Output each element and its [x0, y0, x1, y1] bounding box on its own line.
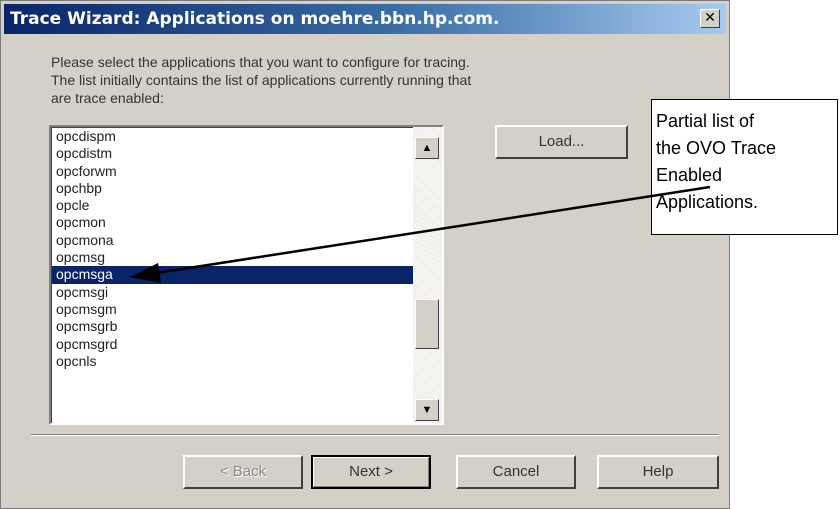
help-button[interactable]: Help — [597, 455, 719, 489]
scroll-up-icon[interactable]: ▲ — [415, 137, 439, 159]
application-list-items: opcdispm opcdistm opcforwm opchbp opcle opcmo… — [51, 127, 416, 423]
list-scrollbar[interactable]: ▲ ▼ — [413, 127, 442, 423]
list-item[interactable]: opcmon — [52, 214, 416, 231]
annotation-callout: Partial list of the OVO Trace Enabled Ap… — [651, 99, 838, 235]
title-bar[interactable]: Trace Wizard: Applications on moehre.bbn… — [4, 4, 726, 34]
list-item[interactable]: opcmsgi — [52, 284, 416, 301]
separator — [31, 434, 719, 436]
list-item-selected[interactable]: opcmsga — [52, 266, 416, 284]
list-item[interactable]: opcmsg — [52, 249, 416, 266]
window-title: Trace Wizard: Applications on moehre.bbn… — [10, 9, 500, 29]
list-item[interactable]: opcmsgrd — [52, 336, 416, 353]
instructions-text: Please select the applications that you … — [51, 54, 472, 106]
application-list[interactable]: opcdispm opcdistm opcforwm opchbp opcle opcmo… — [49, 125, 444, 425]
load-button[interactable]: Load... — [495, 125, 628, 159]
next-button[interactable]: Next > — [311, 455, 431, 489]
list-item[interactable]: opcforwm — [52, 163, 416, 180]
scroll-down-icon[interactable]: ▼ — [415, 399, 439, 421]
list-item[interactable]: opcdistm — [52, 145, 416, 162]
list-item[interactable]: opcle — [52, 197, 416, 214]
list-item[interactable]: opcdispm — [52, 128, 416, 145]
cancel-button[interactable]: Cancel — [456, 455, 576, 489]
list-item[interactable]: opcmona — [52, 232, 416, 249]
list-item[interactable]: opcmsgrb — [52, 318, 416, 335]
back-button[interactable]: < Back — [183, 455, 303, 489]
list-item[interactable]: opcmsgm — [52, 301, 416, 318]
scroll-thumb[interactable] — [415, 299, 439, 349]
list-item[interactable]: opcnls — [52, 353, 416, 370]
close-icon[interactable]: ✕ — [700, 9, 720, 28]
trace-wizard-dialog: Trace Wizard: Applications on moehre.bbn… — [0, 0, 730, 509]
list-item[interactable]: opchbp — [52, 180, 416, 197]
